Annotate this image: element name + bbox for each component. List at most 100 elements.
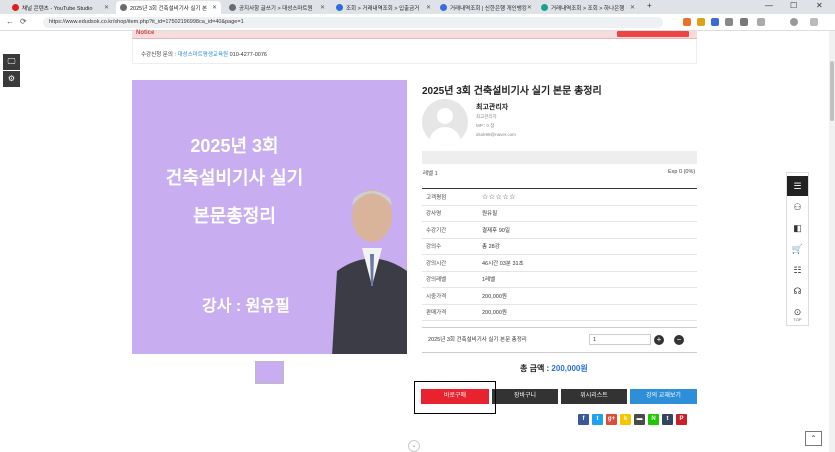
extensions-icon[interactable] — [740, 18, 748, 26]
info-key: 강의레벨 — [426, 277, 447, 284]
info-row: 강사명 원유필 — [422, 206, 697, 222]
profile-avatar[interactable] — [790, 18, 798, 26]
plus-icon[interactable]: + — [654, 335, 664, 345]
menu-icon[interactable]: ☰ — [787, 176, 808, 196]
extension-icon[interactable] — [697, 18, 705, 26]
avatar — [422, 99, 468, 145]
monitor-icon[interactable]: 🖵 — [3, 54, 20, 70]
speaker-icon[interactable]: ◧ — [787, 218, 808, 238]
browser-tab-bar: 채널 콘텐츠 - YouTube Studio ✕ 2025년 3회 건축설비기… — [0, 0, 835, 14]
quantity-input[interactable]: 1 — [589, 334, 651, 345]
pinterest-icon[interactable]: P — [676, 414, 687, 425]
address-bar-row: ← ⟳ https://www.edudsok.co.kr/shop/item.… — [0, 14, 835, 31]
scrollbar-thumb[interactable] — [830, 61, 834, 121]
contact-prefix: 수강신청 문의 : — [141, 52, 178, 58]
banner-line1: 2025년 3회 — [190, 136, 279, 156]
author-role: 최고관리자 — [476, 114, 497, 119]
close-icon[interactable]: ✕ — [212, 4, 217, 11]
facebook-icon[interactable]: f — [578, 414, 589, 425]
notice-bar: Notice — [132, 30, 697, 39]
close-icon[interactable]: ✕ — [426, 4, 431, 11]
chevron-down-icon[interactable]: ⌄ — [408, 440, 420, 452]
youtube-icon — [12, 4, 19, 11]
info-value: 200,000원 — [482, 293, 507, 300]
notice-title: Notice — [136, 30, 155, 36]
tab-bank-inquiry[interactable]: 조회 > 거래내역조회 > 입출금거 ✕ — [332, 1, 435, 14]
close-window-button[interactable]: ✕ — [816, 1, 823, 10]
banner-line2: 건축설비기사 실기 — [165, 168, 304, 188]
group-icon[interactable]: ⚇ — [787, 197, 808, 217]
tab-label: 2025년 3회 건축설비기사 실기 본 — [130, 5, 208, 12]
googleplus-icon[interactable]: g+ — [606, 414, 617, 425]
top-label: TOP — [793, 317, 802, 322]
highlight-box — [414, 381, 496, 414]
settings-icon[interactable]: ⚙ — [3, 71, 20, 87]
author-name: 최고관리자 — [476, 104, 509, 111]
info-row: 강의레벨 1레벨 — [422, 272, 697, 288]
lecturer-photo — [332, 190, 407, 354]
info-value: 1레벨 — [482, 277, 496, 284]
option-box: 2025년 3회 건축설비기사 실기 본문 총정리 1 + − — [422, 327, 697, 353]
reload-icon[interactable]: ⟳ — [20, 17, 27, 26]
url-input[interactable]: https://www.edudsok.co.kr/shop/item.php?… — [43, 17, 663, 28]
info-value: 총 28강 — [482, 244, 500, 251]
exp-text: Exp 0 (0%) — [668, 169, 696, 175]
document-icon[interactable]: ☷ — [787, 260, 808, 280]
naver-icon[interactable]: N — [648, 414, 659, 425]
close-icon[interactable]: ✕ — [104, 4, 109, 11]
total-value: 200,000원 — [551, 364, 588, 373]
extension-icon[interactable] — [711, 18, 719, 26]
wishlist-button[interactable]: 위시리스트 — [561, 389, 627, 404]
favorites-icon[interactable] — [757, 18, 765, 26]
bank-icon — [440, 4, 447, 11]
back-icon[interactable]: ← — [6, 17, 14, 26]
banner-line3: 본문총정리 — [193, 206, 276, 226]
total-label: 총 금액 : — [520, 364, 552, 373]
kakaostory-icon[interactable]: k — [620, 414, 631, 425]
more-menu-icon[interactable] — [810, 18, 818, 26]
tab-product-page[interactable]: 2025년 3회 건축설비기사 실기 본 ✕ — [116, 1, 221, 14]
info-value: 200,000원 — [482, 310, 507, 317]
close-icon[interactable]: ✕ — [527, 4, 532, 11]
extension-icon[interactable] — [683, 18, 691, 26]
band-icon[interactable]: ▬ — [634, 414, 645, 425]
info-row: 판매가격 200,000원 — [422, 305, 697, 321]
cart-icon[interactable]: 🛒 — [787, 239, 808, 259]
author-mp: MP : 0 점 — [476, 123, 495, 128]
page-scrollbar[interactable] — [829, 31, 835, 452]
tab-label: 거래내역조회 > 조회 > 하나은행 — [551, 5, 625, 12]
textbook-button[interactable]: 강의 교재보기 — [630, 389, 697, 404]
exp-progress-bar — [422, 151, 697, 164]
maximize-button[interactable]: ☐ — [790, 1, 797, 10]
product-title: 2025년 3회 건축설비기사 실기 본문 총정리 — [422, 86, 602, 97]
scroll-top-button[interactable]: ⌃ — [805, 431, 822, 446]
info-value: 46시간 03분 31초 — [482, 260, 524, 267]
minimize-button[interactable]: — — [765, 1, 773, 10]
bank-icon — [541, 4, 548, 11]
twitter-icon[interactable]: t — [592, 414, 603, 425]
author-email: dsok99@naver.com — [476, 132, 516, 137]
notice-button[interactable] — [617, 31, 689, 37]
bank-icon — [336, 4, 343, 11]
new-tab-button[interactable]: + — [647, 1, 652, 10]
close-icon[interactable]: ✕ — [630, 4, 635, 11]
info-row-rating: 고객평점 ☆☆☆☆☆ — [422, 189, 697, 206]
globe-icon — [120, 4, 127, 11]
contact-link[interactable]: 대성스마트평생교육원 — [177, 52, 228, 58]
option-name: 2025년 3회 건축설비기사 실기 본문 총정리 — [428, 337, 527, 343]
info-row: 시중가격 200,000원 — [422, 288, 697, 305]
cart-button[interactable]: 장바구니 — [492, 389, 558, 404]
tumblr-icon[interactable]: t — [662, 414, 673, 425]
close-icon[interactable]: ✕ — [320, 4, 325, 11]
tab-notice-write[interactable]: 공지사항 글쓰기 > 대성스마트원 ✕ — [225, 1, 329, 14]
extension-icon[interactable] — [725, 18, 733, 26]
tab-hana[interactable]: 거래내역조회 > 조회 > 하나은행 ✕ — [537, 1, 639, 14]
minus-icon[interactable]: − — [674, 335, 684, 345]
tab-shinhan[interactable]: 거래내역조회 | 신한은행 개인뱅킹 ✕ — [436, 1, 534, 14]
product-thumbnail[interactable] — [255, 361, 284, 384]
product-image: 2025년 3회 건축설비기사 실기 본문총정리 강사 : 원유필 — [132, 80, 407, 354]
contact-phone: 010-4277-0076 — [228, 52, 267, 58]
headset-icon[interactable]: ☊ — [787, 281, 808, 301]
tab-youtube-studio[interactable]: 채널 콘텐츠 - YouTube Studio ✕ — [8, 1, 113, 14]
info-key: 강의수 — [426, 244, 442, 251]
